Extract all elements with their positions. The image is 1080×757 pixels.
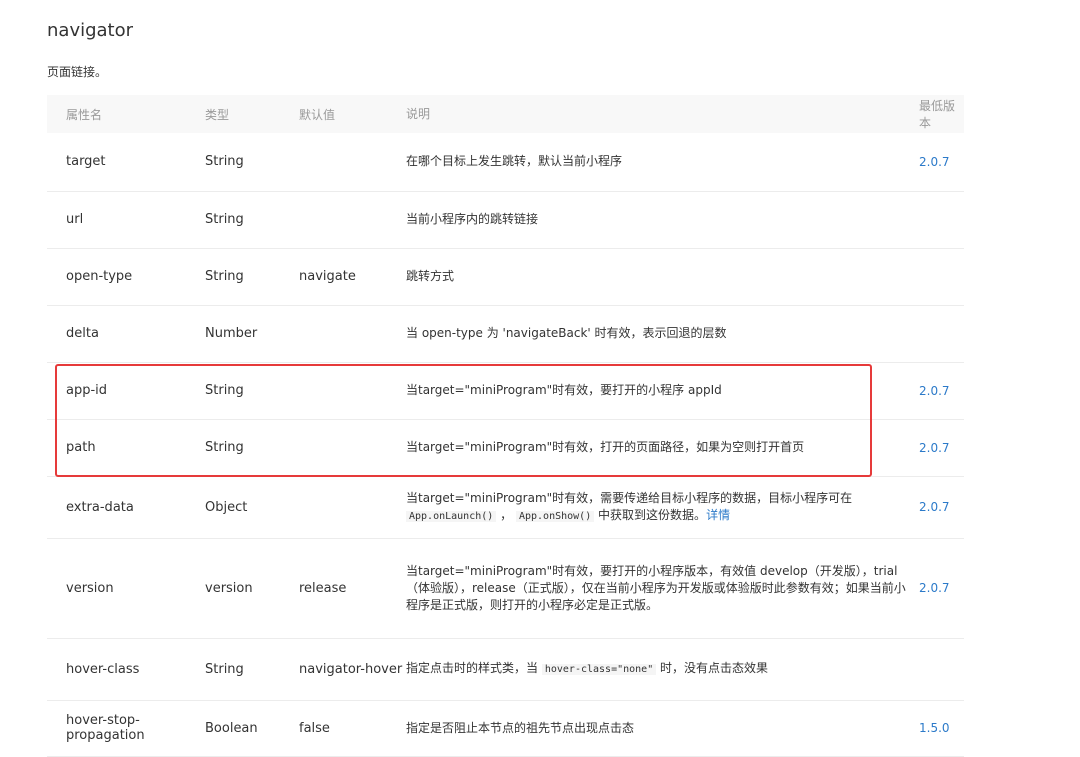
- cell-version[interactable]: 2.0.7: [919, 419, 964, 476]
- desc-text: 时，没有点击态效果: [660, 661, 769, 675]
- cell-name: version: [66, 580, 114, 596]
- cell-version[interactable]: 2.0.7: [919, 133, 964, 191]
- cell-name: hover-class: [66, 661, 140, 677]
- desc-separator: ，: [500, 507, 513, 522]
- desc-text: 中获取到这份数据。: [598, 507, 707, 522]
- cell-desc: 指定点击时的样式类，当 hover-class="none" 时，没有点击态效果: [406, 638, 919, 700]
- details-link[interactable]: 详情: [706, 508, 730, 522]
- desc-text: 指定点击时的样式类，当: [406, 661, 539, 675]
- table-row: version version release 当target="miniPro…: [47, 538, 964, 638]
- cell-version[interactable]: 2.0.7: [919, 476, 964, 538]
- cell-default: navigator-hover: [299, 661, 403, 677]
- cell-type: String: [205, 269, 244, 284]
- cell-version[interactable]: 2.0.7: [919, 538, 964, 638]
- cell-desc: 跳转方式: [406, 269, 455, 283]
- cell-type: String: [205, 661, 244, 677]
- table-row: extra-data Object 当target="miniProgram"时…: [47, 476, 964, 538]
- cell-name: delta: [66, 326, 99, 341]
- table-row: delta Number 当 open-type 为 'navigateBack…: [47, 305, 964, 362]
- table-row: open-type String navigate 跳转方式: [47, 248, 964, 305]
- cell-name: open-type: [66, 269, 133, 284]
- cell-version: [919, 638, 964, 700]
- cell-type: Object: [205, 499, 248, 515]
- cell-default: [299, 191, 406, 248]
- code-snippet: hover-class="none": [541, 664, 657, 675]
- code-snippet: App.onShow(): [515, 510, 595, 522]
- page-title: navigator: [47, 20, 134, 41]
- header-version: 最低版本: [919, 99, 956, 130]
- cell-version: [919, 248, 964, 305]
- cell-default: navigate: [299, 269, 356, 284]
- cell-default: [299, 133, 406, 191]
- cell-type: version: [205, 580, 253, 596]
- header-name: 属性名: [66, 107, 103, 122]
- header-default: 默认值: [299, 107, 336, 122]
- desc-text: 当target="miniProgram"时有效，需要传递给目标小程序的数据，目…: [406, 490, 853, 505]
- cell-type: String: [205, 212, 244, 227]
- cell-type: Number: [205, 326, 258, 341]
- cell-type: String: [205, 154, 244, 170]
- highlight-box: [55, 364, 872, 477]
- table-row: hover-stop-propagation Boolean false 指定是…: [47, 700, 964, 756]
- table-header-row: 属性名 类型 默认值 说明 最低版本: [47, 95, 964, 133]
- cell-default: [299, 305, 406, 362]
- table-row: hover-class String navigator-hover 指定点击时…: [47, 638, 964, 700]
- cell-version: [919, 191, 964, 248]
- cell-type: Boolean: [205, 720, 258, 736]
- code-snippet: App.onLaunch(): [406, 510, 497, 522]
- cell-name: url: [66, 212, 84, 227]
- header-type: 类型: [205, 107, 230, 122]
- cell-name: extra-data: [66, 499, 134, 515]
- cell-default: release: [299, 580, 347, 596]
- cell-default: false: [299, 720, 330, 736]
- cell-default: [299, 476, 406, 538]
- page-description: 页面链接。: [47, 65, 108, 79]
- cell-version: [919, 305, 964, 362]
- cell-name: hover-stop-propagation: [66, 713, 145, 743]
- table-row: target String 在哪个目标上发生跳转，默认当前小程序 2.0.7: [47, 133, 964, 191]
- cell-desc: 当前小程序内的跳转链接: [406, 212, 539, 226]
- cell-desc: 在哪个目标上发生跳转，默认当前小程序: [406, 154, 623, 169]
- table-row: url String 当前小程序内的跳转链接: [47, 191, 964, 248]
- cell-name: target: [66, 154, 106, 170]
- cell-desc: 当target="miniProgram"时有效，需要传递给目标小程序的数据，目…: [406, 476, 919, 538]
- cell-version[interactable]: 1.5.0: [919, 700, 964, 756]
- header-desc: 说明: [406, 106, 431, 121]
- cell-desc: 当 open-type 为 'navigateBack' 时有效，表示回退的层数: [406, 326, 727, 340]
- cell-desc: 指定是否阻止本节点的祖先节点出现点击态: [406, 720, 635, 735]
- cell-version[interactable]: 2.0.7: [919, 362, 964, 419]
- cell-desc: 当target="miniProgram"时有效，要打开的小程序版本，有效值 d…: [406, 563, 906, 612]
